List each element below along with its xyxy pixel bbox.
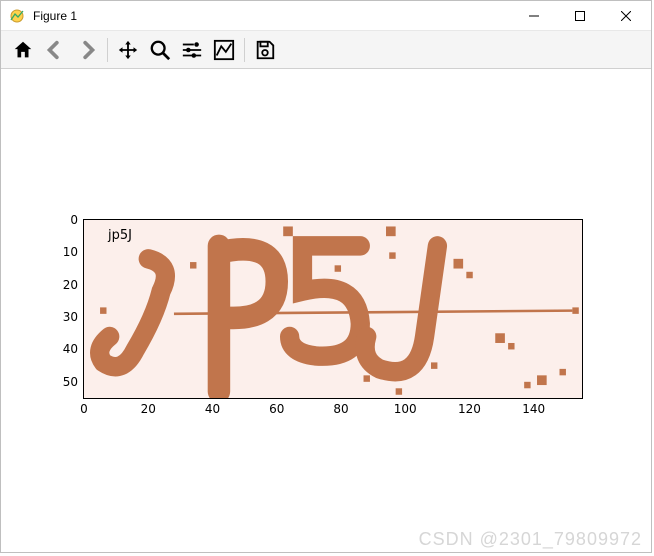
canvas-area[interactable]: jp5J [1,69,651,552]
y-tick: 10 [63,245,84,259]
x-tick: 20 [141,398,156,416]
x-tick: 100 [394,398,417,416]
x-tick: 0 [80,398,88,416]
figure-window: Figure 1 [0,0,652,553]
y-tick: 30 [63,310,84,324]
close-button[interactable] [603,1,649,31]
y-tick: 40 [63,342,84,356]
titlebar: Figure 1 [1,1,651,31]
axes-button[interactable] [209,35,239,65]
x-tick: 40 [205,398,220,416]
pan-button[interactable] [113,35,143,65]
zoom-button[interactable] [145,35,175,65]
home-button[interactable] [8,35,38,65]
y-tick: 50 [63,375,84,389]
window-title: Figure 1 [31,9,511,23]
minimize-button[interactable] [511,1,557,31]
separator [244,38,245,62]
y-tick: 20 [63,278,84,292]
forward-button[interactable] [72,35,102,65]
x-tick: 60 [269,398,284,416]
x-tick: 140 [522,398,545,416]
subplots-button[interactable] [177,35,207,65]
back-button[interactable] [40,35,70,65]
captcha-image [84,220,582,398]
y-tick: 0 [70,213,84,227]
window-controls [511,1,649,31]
plot-axes: jp5J [83,219,583,399]
maximize-button[interactable] [557,1,603,31]
toolbar [1,31,651,69]
app-icon [9,8,25,24]
save-button[interactable] [250,35,280,65]
separator [107,38,108,62]
x-tick: 120 [458,398,481,416]
x-tick: 80 [333,398,348,416]
